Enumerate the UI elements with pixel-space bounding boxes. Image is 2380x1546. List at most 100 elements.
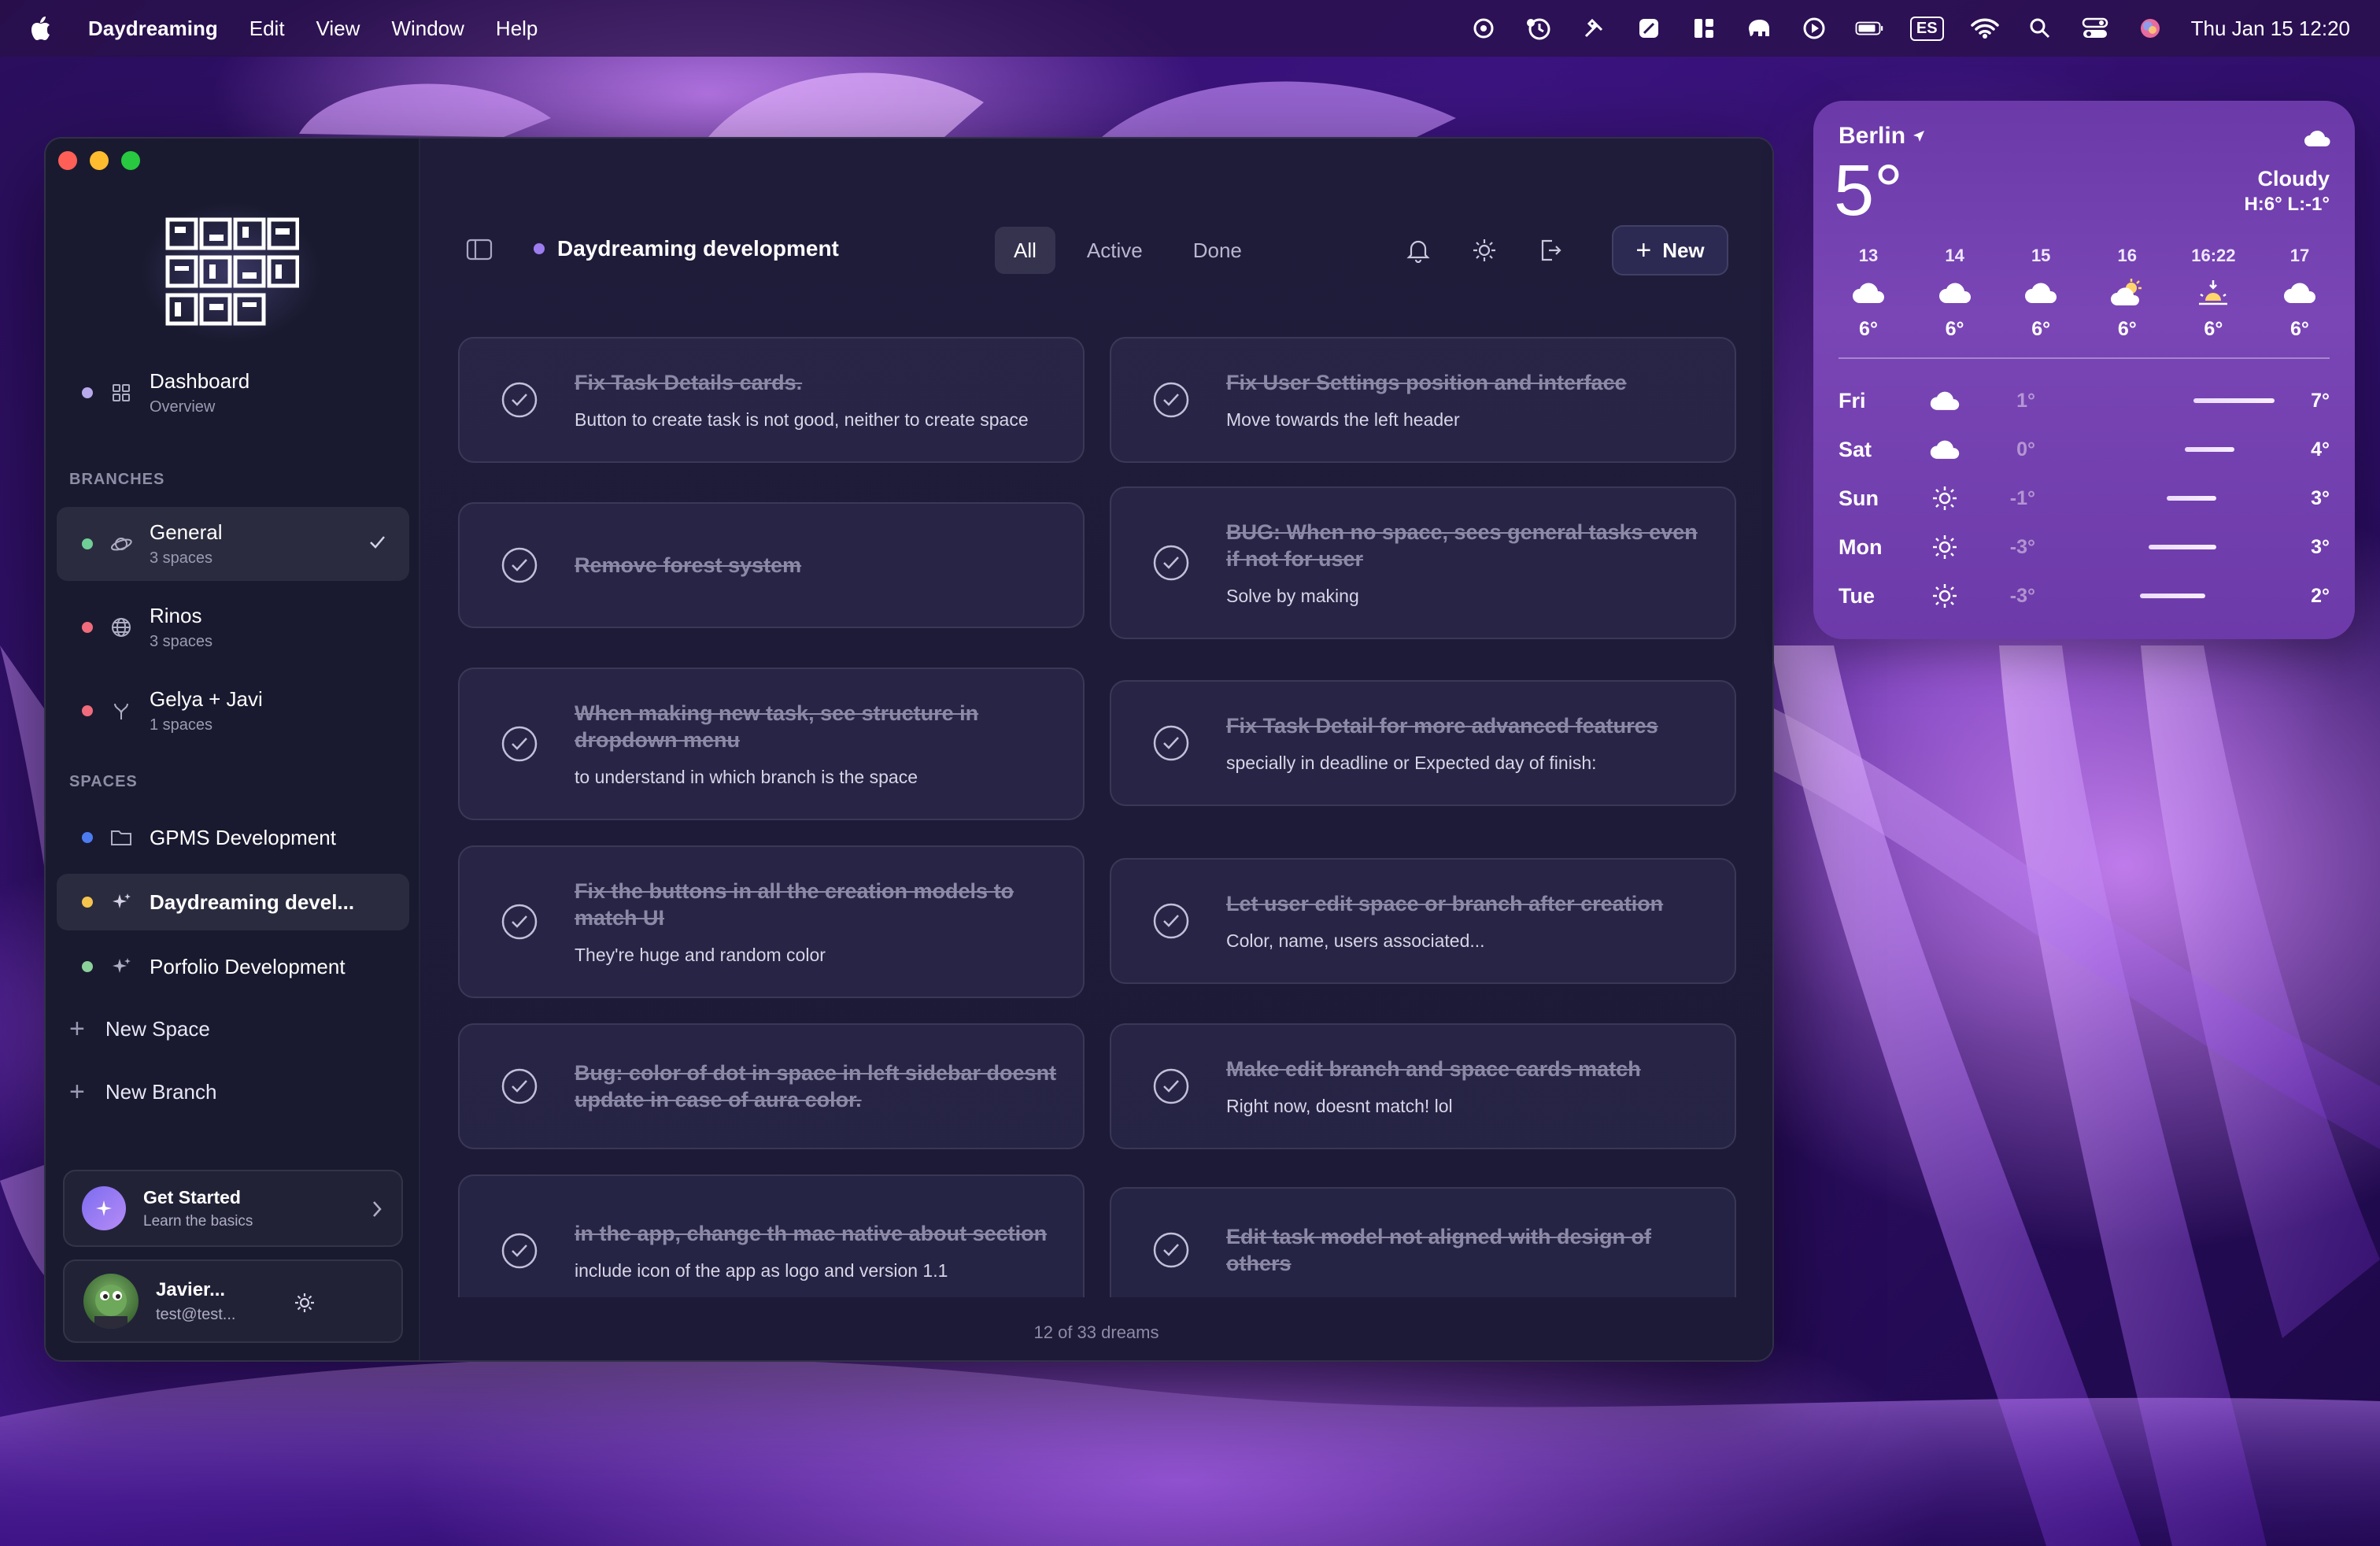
- task-description: They're huge and random color: [575, 945, 826, 965]
- status-area: ES Thu Jan 15 12:20: [1469, 14, 2350, 43]
- sidebar-item-daydreaming-development[interactable]: Daydreaming devel...: [57, 874, 409, 930]
- menu-window[interactable]: Window: [391, 17, 464, 41]
- task-description: specially in deadline or Expected day of…: [1226, 753, 1597, 773]
- new-branch-button[interactable]: + New Branch: [69, 1078, 216, 1105]
- space-dot: [82, 961, 93, 972]
- check-circle-icon[interactable]: [501, 725, 538, 763]
- siri-icon[interactable]: [2136, 14, 2164, 43]
- search-icon[interactable]: [2026, 14, 2054, 43]
- hour-label: 14: [1945, 246, 1964, 265]
- cloud-icon: [2023, 277, 2058, 309]
- hour-label: 16:22: [2191, 246, 2236, 265]
- weather-widget[interactable]: Berlin 5° Cloudy H:6° L:-1° 13 6° 14 6° …: [1813, 101, 2355, 639]
- sidebar-item-rinos[interactable]: Rinos 3 spaces: [57, 590, 409, 664]
- task-card[interactable]: Bug: color of dot in space in left sideb…: [458, 1023, 1085, 1149]
- menu-help[interactable]: Help: [496, 17, 538, 41]
- play-circle-icon[interactable]: [1800, 14, 1828, 43]
- minimize-window-button[interactable]: [90, 151, 109, 170]
- task-card[interactable]: Let user edit space or branch after crea…: [1110, 858, 1736, 984]
- tab-active[interactable]: Active: [1068, 227, 1162, 274]
- task-card[interactable]: Fix Task Details cards. Button to create …: [458, 337, 1085, 463]
- chatgpt-icon[interactable]: [1469, 14, 1498, 43]
- check-circle-icon[interactable]: [1152, 724, 1190, 762]
- day-low-temp: -3°: [2009, 535, 2035, 558]
- hour-temp: 6°: [2290, 318, 2309, 340]
- get-started-subtitle: Learn the basics: [143, 1212, 253, 1230]
- day-low-temp: -3°: [2009, 584, 2035, 607]
- tools-icon[interactable]: [1580, 14, 1608, 43]
- task-card[interactable]: When making new task, see structure in d…: [458, 668, 1085, 820]
- task-title: Fix the buttons in all the creation mode…: [575, 879, 1014, 930]
- edit-square-icon[interactable]: [1635, 14, 1663, 43]
- user-email: test@test...: [156, 1305, 236, 1323]
- new-space-button[interactable]: + New Space: [69, 1015, 210, 1042]
- menubar-clock[interactable]: Thu Jan 15 12:20: [2191, 17, 2350, 41]
- control-center-icon[interactable]: [2081, 14, 2109, 43]
- hourly-item: 16 6°: [2088, 246, 2167, 341]
- sidebar-item-portfolio-development[interactable]: Porfolio Development: [57, 938, 409, 995]
- task-card[interactable]: Fix the buttons in all the creation mode…: [458, 845, 1085, 998]
- new-task-button[interactable]: + New: [1612, 225, 1728, 276]
- task-card[interactable]: Make edit branch and space cards match Ri…: [1110, 1023, 1736, 1149]
- bell-icon[interactable]: [1404, 236, 1432, 264]
- app-logo: [165, 217, 299, 326]
- apple-logo-icon[interactable]: [30, 15, 54, 42]
- new-button-label: New: [1662, 238, 1705, 262]
- toolbar: Daydreaming development All Active Done …: [420, 225, 1772, 280]
- check-circle-icon[interactable]: [501, 546, 538, 584]
- check-circle-icon[interactable]: [1152, 1067, 1190, 1105]
- sparkle-icon: [82, 1186, 126, 1230]
- sidebar-toggle-icon[interactable]: [466, 238, 494, 266]
- menu-view[interactable]: View: [316, 17, 360, 41]
- grid-icon[interactable]: [1690, 14, 1718, 43]
- user-card[interactable]: Javier... test@test...: [63, 1259, 403, 1343]
- temp-range-bar: [2054, 545, 2279, 549]
- check-circle-icon[interactable]: [1152, 902, 1190, 940]
- check-circle-icon[interactable]: [501, 903, 538, 941]
- day-low-temp: -1°: [2009, 486, 2035, 509]
- check-circle-icon[interactable]: [501, 1232, 538, 1270]
- menu-app-name[interactable]: Daydreaming: [88, 17, 218, 41]
- sun-icon[interactable]: [1470, 236, 1499, 264]
- task-card[interactable]: Edit task model not aligned with design …: [1110, 1187, 1736, 1297]
- sidebar-item-general[interactable]: General 3 spaces: [57, 507, 409, 581]
- cloud-icon: [1917, 438, 1972, 460]
- tab-done[interactable]: Done: [1174, 227, 1261, 274]
- task-card[interactable]: Remove forest system: [458, 502, 1085, 628]
- check-circle-icon[interactable]: [1152, 1231, 1190, 1269]
- task-title: in the app, change th mac native about s…: [575, 1222, 1048, 1245]
- menu-edit[interactable]: Edit: [249, 17, 285, 41]
- zoom-window-button[interactable]: [121, 151, 140, 170]
- task-description: Move towards the left header: [1226, 409, 1460, 430]
- clock-badge-icon[interactable]: [1524, 14, 1553, 43]
- sidebar-item-dashboard[interactable]: Dashboard Overview: [57, 356, 409, 430]
- task-title: BUG: When no space, sees general tasks e…: [1226, 520, 1698, 571]
- sunset-icon: [2196, 277, 2230, 309]
- close-window-button[interactable]: [58, 151, 77, 170]
- task-card[interactable]: Fix User Settings position and interface…: [1110, 337, 1736, 463]
- check-circle-icon[interactable]: [501, 381, 538, 419]
- task-card[interactable]: Fix Task Detail for more advanced featur…: [1110, 680, 1736, 806]
- check-circle-icon[interactable]: [1152, 544, 1190, 582]
- input-source-indicator[interactable]: ES: [1909, 16, 1944, 41]
- sidebar-item-gelya-javi[interactable]: Gelya + Javi 1 spaces: [57, 674, 409, 748]
- battery-icon[interactable]: [1855, 14, 1883, 43]
- hour-label: 17: [2289, 246, 2310, 265]
- hourly-item: 15 6°: [2001, 246, 2080, 341]
- task-card[interactable]: in the app, change th mac native about s…: [458, 1174, 1085, 1297]
- get-started-card[interactable]: Get Started Learn the basics: [63, 1170, 403, 1247]
- sidebar-item-gpms-development[interactable]: GPMS Development: [57, 809, 409, 866]
- avatar[interactable]: [83, 1274, 139, 1329]
- elephant-icon[interactable]: [1745, 14, 1773, 43]
- weather-city-name: Berlin: [1839, 123, 1906, 149]
- check-circle-icon[interactable]: [501, 1067, 538, 1105]
- wifi-icon[interactable]: [1970, 14, 1999, 43]
- weather-condition: Cloudy: [2257, 167, 2330, 190]
- tab-all[interactable]: All: [995, 227, 1055, 274]
- task-card[interactable]: BUG: When no space, sees general tasks e…: [1110, 486, 1736, 639]
- gear-icon[interactable]: [293, 1291, 316, 1319]
- check-circle-icon[interactable]: [1152, 381, 1190, 419]
- weather-divider: [1839, 357, 2330, 359]
- logout-icon[interactable]: [1536, 236, 1565, 264]
- weather-current-temp: 5°: [1834, 150, 1903, 231]
